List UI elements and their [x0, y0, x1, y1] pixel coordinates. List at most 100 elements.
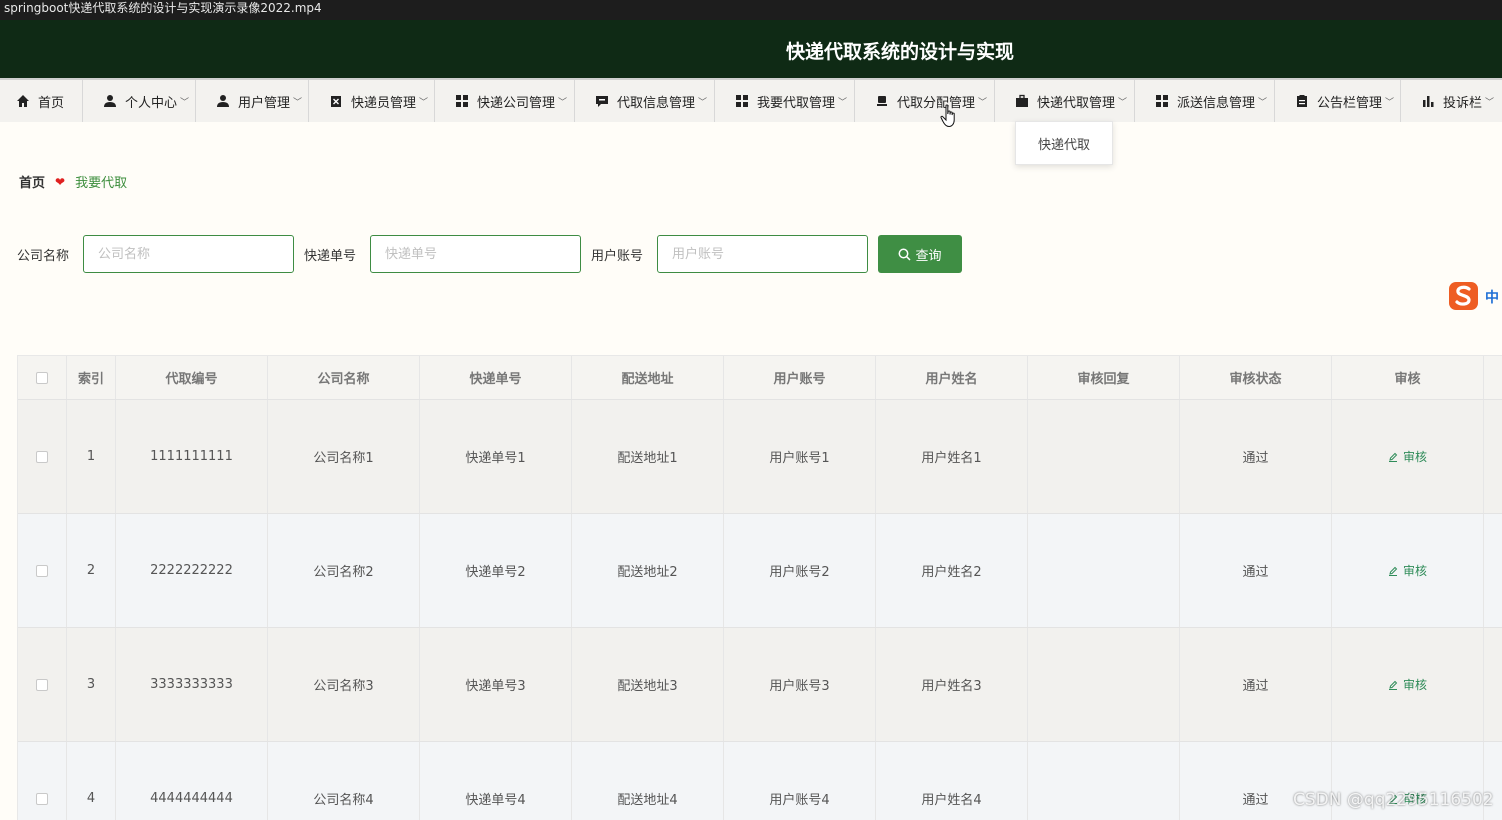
audit-button-label: 审核 — [1402, 678, 1427, 692]
chevron-down-icon: ﹀ — [1118, 97, 1128, 108]
briefcase-icon — [1016, 94, 1028, 107]
stamp-icon — [877, 96, 887, 106]
user-icon — [217, 95, 229, 107]
chevron-down-icon: ﹀ — [293, 97, 303, 108]
nav-personal-center[interactable]: 个人中心 ﹀ — [83, 80, 196, 122]
pickup-table: 索引 代取编号 公司名称 快递单号 配送地址 用户账号 用户姓名 审核回复 审核… — [17, 355, 1502, 820]
cell-company-name: 公司名称2 — [268, 514, 420, 627]
cell-overflow — [1484, 400, 1502, 513]
edit-icon — [1388, 680, 1398, 690]
cell-index: 4 — [67, 742, 116, 820]
row-select-cell — [18, 628, 67, 741]
cell-audit-reply — [1028, 400, 1180, 513]
nav-personal-center-label: 个人中心 — [125, 95, 178, 111]
chevron-down-icon: ﹀ — [1258, 97, 1268, 108]
cell-pickup-code: 1111111111 — [116, 400, 268, 513]
cell-overflow — [1484, 628, 1502, 741]
header-audit: 审核 — [1332, 356, 1484, 399]
tracking-number-label: 快递单号 — [304, 249, 357, 264]
cell-audit-action: 审核 — [1332, 628, 1484, 741]
nav-complaints[interactable]: 投诉栏 ﹀ — [1401, 80, 1502, 122]
cell-company-name: 公司名称3 — [268, 628, 420, 741]
select-all-checkbox[interactable] — [36, 371, 48, 384]
chevron-down-icon: ﹀ — [180, 97, 190, 108]
nav-notice-management-label: 公告栏管理 — [1317, 95, 1383, 111]
breadcrumb-home[interactable]: 首页 — [19, 172, 45, 191]
nav-my-pickup-management-label: 我要代取管理 — [757, 95, 836, 111]
audit-button-label: 审核 — [1402, 564, 1427, 578]
nav-my-pickup-management[interactable]: 我要代取管理 ﹀ — [715, 80, 855, 122]
chevron-down-icon: ﹀ — [838, 97, 848, 108]
header-audit-reply: 审核回复 — [1028, 356, 1180, 399]
row-checkbox[interactable] — [36, 450, 48, 463]
audit-button[interactable]: 审核 — [1388, 448, 1427, 465]
courier-icon — [331, 96, 341, 107]
cell-user-account: 用户账号1 — [724, 400, 876, 513]
query-button-label: 查询 — [915, 248, 942, 264]
row-checkbox[interactable] — [36, 564, 48, 577]
ime-mode-text: 中 — [1485, 290, 1499, 306]
table-row: 4 4444444444 公司名称4 快递单号4 配送地址4 用户账号4 用户姓… — [18, 741, 1502, 820]
user-account-input[interactable] — [657, 235, 868, 273]
nav-delivery-info-management[interactable]: 派送信息管理 ﹀ — [1135, 80, 1275, 122]
dropdown-item-express-pickup[interactable]: 快递代取 — [1015, 121, 1113, 165]
bar-chart-icon — [1423, 96, 1434, 107]
home-icon — [17, 95, 29, 107]
header-audit-status: 审核状态 — [1180, 356, 1332, 399]
breadcrumb-current: 我要代取 — [75, 176, 128, 191]
nav-company-management[interactable]: 快递公司管理 ﹀ — [435, 80, 575, 122]
cell-user-name: 用户姓名1 — [876, 400, 1028, 513]
nav-pickup-assign-management[interactable]: 代取分配管理 ﹀ — [855, 80, 995, 122]
chevron-down-icon: ﹀ — [1385, 97, 1395, 108]
csdn-watermark: CSDN @qq2295116502 — [1293, 790, 1494, 810]
cell-audit-reply — [1028, 514, 1180, 627]
table-row: 2 2222222222 公司名称2 快递单号2 配送地址2 用户账号2 用户姓… — [18, 513, 1502, 627]
nav-pickup-info-management[interactable]: 代取信息管理 ﹀ — [575, 80, 715, 122]
clipboard-icon — [1297, 95, 1307, 107]
nav-user-management-label: 用户管理 — [238, 95, 291, 111]
chevron-down-icon: ﹀ — [698, 97, 708, 108]
nav-courier-management-label: 快递员管理 — [351, 95, 417, 111]
cell-audit-status: 通过 — [1180, 400, 1332, 513]
audit-button-label: 审核 — [1402, 450, 1427, 464]
tracking-number-input[interactable] — [370, 235, 581, 273]
heart-icon: ❤ — [55, 174, 66, 189]
table-row: 1 1111111111 公司名称1 快递单号1 配送地址1 用户账号1 用户姓… — [18, 399, 1502, 513]
cell-pickup-code: 4444444444 — [116, 742, 268, 820]
nav-home[interactable]: 首页 — [0, 80, 83, 122]
header-tracking-number: 快递单号 — [420, 356, 572, 399]
nav-company-management-label: 快递公司管理 — [477, 95, 556, 111]
nav-pickup-info-management-label: 代取信息管理 — [617, 95, 696, 111]
nav-pickup-assign-management-label: 代取分配管理 — [897, 95, 976, 111]
cell-pickup-code: 2222222222 — [116, 514, 268, 627]
row-checkbox[interactable] — [36, 792, 48, 805]
ime-indicator[interactable]: 中 — [1448, 281, 1502, 311]
row-checkbox[interactable] — [36, 678, 48, 691]
nav-courier-management[interactable]: 快递员管理 ﹀ — [309, 80, 435, 122]
cell-user-account: 用户账号3 — [724, 628, 876, 741]
nav-user-management[interactable]: 用户管理 ﹀ — [196, 80, 309, 122]
cell-user-account: 用户账号4 — [724, 742, 876, 820]
search-icon — [899, 248, 912, 261]
user-account-label: 用户账号 — [591, 249, 644, 264]
cell-delivery-address: 配送地址3 — [572, 628, 724, 741]
company-name-input[interactable] — [83, 235, 294, 273]
query-button[interactable]: 查询 — [878, 235, 962, 273]
row-select-cell — [18, 514, 67, 627]
header-index: 索引 — [67, 356, 116, 399]
company-name-label: 公司名称 — [17, 249, 70, 264]
chevron-down-icon: ﹀ — [419, 97, 429, 108]
nav-notice-management[interactable]: 公告栏管理 ﹀ — [1275, 80, 1401, 122]
cell-audit-status: 通过 — [1180, 514, 1332, 627]
nav-express-pickup-management[interactable]: 快递代取管理 ﹀ — [995, 80, 1135, 122]
audit-button[interactable]: 审核 — [1388, 676, 1427, 693]
cell-company-name: 公司名称4 — [268, 742, 420, 820]
table-row: 3 3333333333 公司名称3 快递单号3 配送地址3 用户账号3 用户姓… — [18, 627, 1502, 741]
cell-user-name: 用户姓名4 — [876, 742, 1028, 820]
header-company-name: 公司名称 — [268, 356, 420, 399]
edit-icon — [1388, 452, 1398, 462]
cell-tracking-number: 快递单号1 — [420, 400, 572, 513]
audit-button[interactable]: 审核 — [1388, 562, 1427, 579]
top-navbar: 首页 个人中心 ﹀ 用户管理 ﹀ 快递员管理 ﹀ 快递公司管理 ﹀ 代取信息管理 ﹀ 我要… — [0, 78, 1502, 122]
cell-user-name: 用户姓名3 — [876, 628, 1028, 741]
